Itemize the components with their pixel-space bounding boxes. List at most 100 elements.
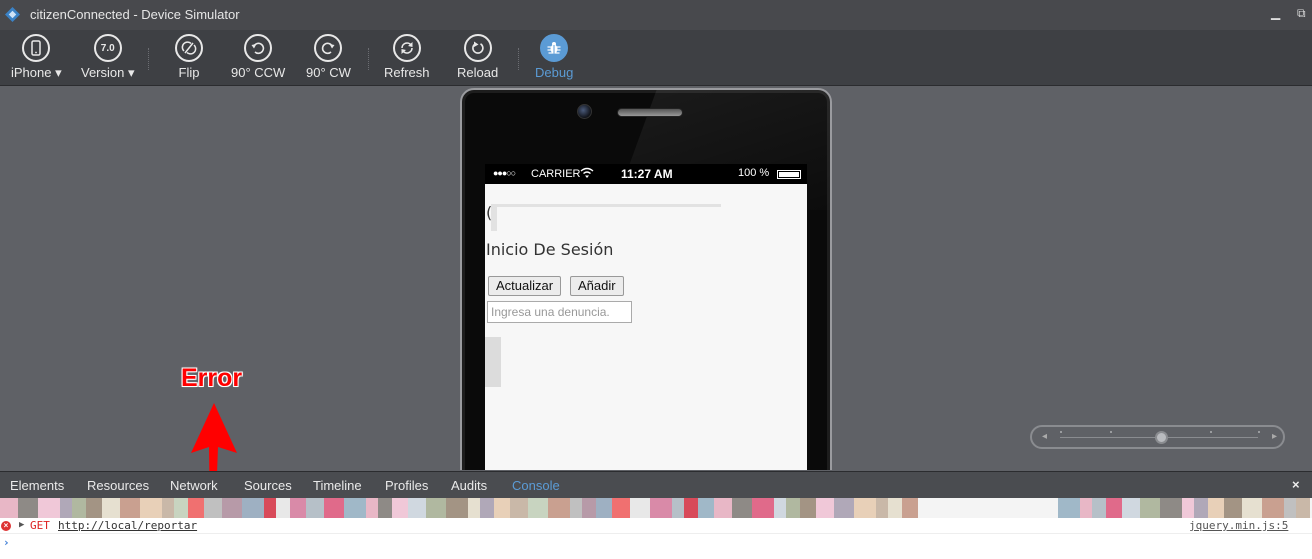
pixel-block (18, 498, 38, 518)
pixel-block (510, 498, 528, 518)
pixel-block (582, 498, 596, 518)
toolbar-separator (518, 48, 519, 70)
pixel-block (548, 498, 570, 518)
zoom-slider[interactable]: ◂ ▸ (1030, 425, 1285, 449)
pixel-block (242, 498, 264, 518)
device-dropdown[interactable]: iPhone ▾ (11, 34, 62, 81)
zoom-thumb[interactable] (1155, 431, 1168, 444)
flip-button[interactable]: Flip (175, 34, 203, 80)
tab-sources[interactable]: Sources (244, 478, 292, 493)
restore-button[interactable]: ⧉ (1297, 6, 1306, 21)
pixel-block (494, 498, 510, 518)
pixel-block (38, 498, 60, 518)
tab-profiles[interactable]: Profiles (385, 478, 428, 493)
debug-button[interactable]: Debug (535, 34, 573, 80)
clock: 11:27 AM (621, 167, 673, 181)
pixel-block (1182, 498, 1194, 518)
refresh-label: Refresh (384, 65, 430, 80)
flip-icon (175, 34, 203, 62)
pixel-block (392, 498, 408, 518)
reload-button[interactable]: Reload (457, 34, 498, 80)
battery-icon (777, 170, 801, 179)
reload-label: Reload (457, 65, 499, 80)
signal-strength-icon: ●●●○○ (493, 168, 516, 178)
pixel-block (990, 498, 1004, 518)
pixel-block (672, 498, 684, 518)
simulator-toolbar: iPhone ▾ 7.0 Version ▾ Flip 90° CCW 90° … (0, 30, 1312, 86)
console-prompt-icon[interactable]: › (3, 536, 10, 549)
redacted-console-line (0, 498, 1312, 518)
add-button[interactable]: Añadir (570, 276, 624, 296)
minimize-button[interactable]: ▁ (1271, 6, 1280, 20)
pixel-block (446, 498, 468, 518)
tab-console[interactable]: Console (512, 478, 560, 493)
pixel-block (1284, 498, 1296, 518)
pixel-block (902, 498, 918, 518)
tab-elements[interactable]: Elements (10, 478, 64, 493)
version-dropdown[interactable]: 7.0 Version ▾ (81, 34, 135, 81)
mute-switch (460, 120, 462, 134)
pixel-block (1004, 498, 1020, 518)
close-devtools-button[interactable]: × (1292, 477, 1300, 492)
volume-up-button (460, 192, 462, 216)
console-error-row[interactable]: × ▶ GET http://local/reportar jquery.min… (0, 518, 1312, 534)
pixel-block (596, 498, 612, 518)
refresh-icon (392, 34, 421, 62)
pixel-block (222, 498, 242, 518)
ios-status-bar: ●●●○○ CARRIER 11:27 AM 100 % (485, 164, 807, 184)
pixel-block (528, 498, 548, 518)
request-url-link[interactable]: http://local/reportar (58, 519, 197, 532)
refresh-button[interactable]: Refresh (384, 34, 430, 80)
tab-network[interactable]: Network (170, 478, 218, 493)
pixel-block (1058, 498, 1080, 518)
battery-percentage: 100 % (738, 167, 770, 179)
console-panel: × ▶ GET http://local/reportar jquery.min… (0, 518, 1312, 559)
pixel-block (480, 498, 494, 518)
pixel-block (650, 498, 672, 518)
device-label: iPhone ▾ (11, 65, 62, 80)
pixel-block (854, 498, 876, 518)
error-annotation-label: Error (181, 364, 243, 392)
zoom-in-arrow-icon[interactable]: ▸ (1272, 431, 1277, 442)
pixel-block (1208, 498, 1224, 518)
report-input[interactable] (487, 301, 632, 323)
pixel-block (1038, 498, 1058, 518)
tab-audits[interactable]: Audits (451, 478, 487, 493)
wifi-icon (580, 167, 594, 178)
pixel-block (140, 498, 162, 518)
update-button[interactable]: Actualizar (488, 276, 562, 296)
phone-screen: ●●●○○ CARRIER 11:27 AM 100 % ( Inicio De… (485, 164, 807, 470)
carrier-label: CARRIER (531, 168, 581, 180)
pixel-block (956, 498, 978, 518)
pixel-block (1160, 498, 1182, 518)
pixel-block (786, 498, 800, 518)
rotate-cw-button[interactable]: 90° CW (306, 34, 351, 80)
pixel-block (86, 498, 102, 518)
pixel-block (834, 498, 854, 518)
pixel-block (1296, 498, 1310, 518)
rotate-ccw-button[interactable]: 90° CCW (231, 34, 285, 80)
version-badge-icon: 7.0 (93, 34, 122, 62)
pixel-block (276, 498, 290, 518)
pixel-block (306, 498, 324, 518)
pixel-block (630, 498, 650, 518)
phone-icon (22, 34, 51, 62)
rotate-ccw-label: 90° CCW (231, 65, 286, 80)
pixel-block (774, 498, 786, 518)
pixel-block (204, 498, 222, 518)
source-file-link[interactable]: jquery.min.js:5 (1189, 519, 1288, 532)
pixel-block (366, 498, 378, 518)
pixel-block (1092, 498, 1106, 518)
rotate-cw-icon (314, 34, 343, 62)
pixel-block (732, 498, 752, 518)
expand-triangle-icon[interactable]: ▶ (19, 520, 24, 530)
tab-timeline[interactable]: Timeline (313, 478, 362, 493)
zoom-out-arrow-icon[interactable]: ◂ (1042, 431, 1047, 442)
debug-label: Debug (535, 65, 574, 80)
pixel-block (1106, 498, 1122, 518)
pixel-block (0, 498, 18, 518)
tab-resources[interactable]: Resources (87, 478, 149, 493)
pixel-block (1020, 498, 1038, 518)
title-bar: citizenConnected - Device Simulator ▁ ⧉ (0, 0, 1312, 30)
zoom-tick (1110, 431, 1112, 433)
